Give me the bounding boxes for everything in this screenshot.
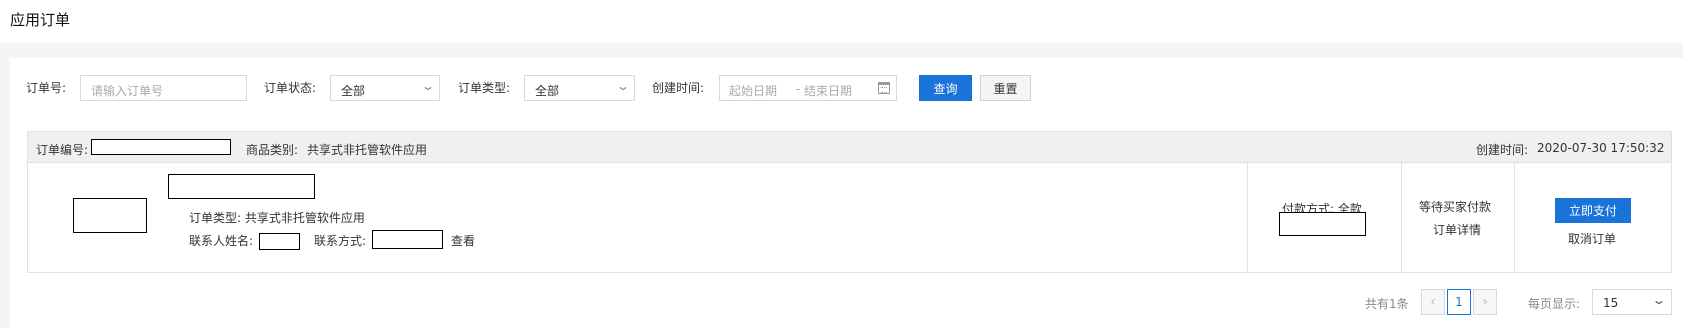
order-no-input[interactable]: 请输入订单号 bbox=[80, 75, 247, 101]
order-status: 等待买家付款 bbox=[1419, 200, 1492, 214]
status-select-value: 全部 bbox=[341, 84, 366, 98]
page-title: 应用订单 bbox=[10, 11, 71, 29]
redacted-contact-name bbox=[259, 233, 300, 250]
column-divider bbox=[1514, 163, 1515, 273]
status-label: 订单状态: bbox=[264, 81, 317, 95]
created-time-label: 创建时间: bbox=[652, 81, 705, 95]
created-time-value: 2020-07-30 17:50:32 bbox=[1537, 141, 1665, 155]
chevron-left-icon[interactable]: ‹ bbox=[1421, 289, 1445, 315]
date-range-picker[interactable]: 起始日期 - 结束日期 bbox=[719, 75, 897, 101]
type-select-value: 全部 bbox=[535, 84, 560, 98]
column-divider bbox=[1401, 163, 1402, 273]
category-label: 商品类别: bbox=[246, 143, 299, 157]
end-date-input[interactable]: 结束日期 bbox=[804, 82, 852, 99]
contact-name-label: 联系人姓名: bbox=[189, 234, 254, 248]
redacted-contact-method bbox=[372, 230, 443, 249]
chevron-down-icon: ⌄ bbox=[420, 79, 436, 93]
order-header: 订单编号: 商品类别: 共享式非托管软件应用 创建时间: 2020-07-30 … bbox=[28, 132, 1671, 163]
type-label: 订单类型: bbox=[458, 81, 511, 95]
order-detail-link[interactable]: 订单详情 bbox=[1433, 221, 1481, 238]
order-number-label: 订单编号: bbox=[36, 143, 89, 157]
order-card: 订单编号: 商品类别: 共享式非托管软件应用 创建时间: 2020-07-30 … bbox=[27, 131, 1672, 273]
pay-now-button[interactable]: 立即支付 bbox=[1555, 198, 1631, 223]
page-1-button[interactable]: 1 bbox=[1447, 289, 1471, 315]
type-select[interactable]: 全部 ⌄ bbox=[524, 75, 635, 101]
top-bar: 应用订单 bbox=[0, 0, 1683, 43]
created-time-label: 创建时间: bbox=[1476, 143, 1529, 157]
redacted-product-image bbox=[73, 198, 147, 233]
view-contact-link[interactable]: 查看 bbox=[451, 232, 475, 249]
page-size-select[interactable]: 15 ⌄ bbox=[1592, 289, 1672, 315]
page-size-value: 15 bbox=[1603, 296, 1619, 310]
page-size-label: 每页显示: bbox=[1528, 297, 1581, 311]
order-type-line: 订单类型: 共享式非托管软件应用 bbox=[189, 211, 365, 225]
start-date-input[interactable]: 起始日期 bbox=[729, 82, 777, 99]
chevron-down-icon: ⌄ bbox=[615, 79, 631, 93]
cancel-order-link[interactable]: 取消订单 bbox=[1568, 230, 1616, 247]
status-select[interactable]: 全部 ⌄ bbox=[330, 75, 440, 101]
query-button[interactable]: 查询 bbox=[919, 75, 972, 101]
calendar-icon[interactable] bbox=[878, 82, 890, 94]
column-divider bbox=[1247, 163, 1248, 273]
redacted-order-number bbox=[91, 139, 231, 155]
date-range-separator: - bbox=[796, 82, 801, 96]
redacted-product-name bbox=[168, 174, 315, 199]
chevron-right-icon[interactable]: › bbox=[1473, 289, 1497, 315]
total-count: 共有1条 bbox=[1365, 297, 1409, 311]
category-value: 共享式非托管软件应用 bbox=[307, 143, 428, 157]
contact-method-label: 联系方式: bbox=[314, 234, 367, 248]
chevron-down-icon: ⌄ bbox=[1651, 293, 1667, 307]
reset-button[interactable]: 重置 bbox=[980, 75, 1031, 101]
redacted-payment-amount bbox=[1279, 212, 1366, 236]
order-no-label: 订单号: bbox=[26, 81, 67, 95]
